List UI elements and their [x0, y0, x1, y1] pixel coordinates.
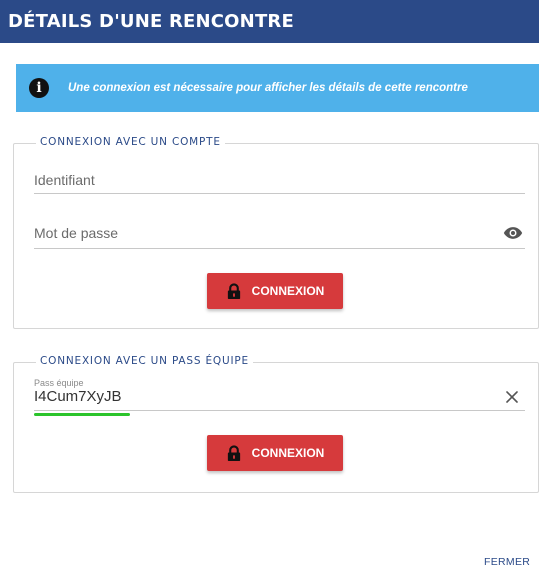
password-placeholder: Mot de passe — [34, 225, 119, 241]
highlight-underline — [34, 413, 130, 416]
team-pass-panel: CONNEXION AVEC UN PASS ÉQUIPE Pass équip… — [13, 355, 539, 493]
info-icon: i — [29, 78, 49, 98]
team-pass-legend: CONNEXION AVEC UN PASS ÉQUIPE — [36, 355, 253, 367]
team-pass-connexion-button[interactable]: CONNEXION — [207, 435, 343, 471]
close-icon[interactable] — [505, 390, 519, 404]
info-message: Une connexion est nécessaire pour affich… — [68, 82, 468, 94]
dialog-title: DÉTAILS D'UNE RENCONTRE — [8, 11, 294, 32]
dialog-header: DÉTAILS D'UNE RENCONTRE — [0, 0, 539, 43]
lock-icon — [227, 282, 240, 299]
username-placeholder: Identifiant — [34, 172, 95, 188]
account-login-panel: CONNEXION AVEC UN COMPTE Identifiant Mot… — [13, 136, 539, 329]
eye-icon[interactable] — [503, 225, 523, 241]
username-field[interactable]: Identifiant — [34, 171, 525, 194]
lock-icon — [227, 444, 240, 461]
account-connexion-button[interactable]: CONNEXION — [207, 273, 343, 309]
team-pass-connexion-label: CONNEXION — [251, 446, 325, 460]
account-login-legend: CONNEXION AVEC UN COMPTE — [36, 136, 225, 148]
password-field[interactable]: Mot de passe — [34, 224, 525, 249]
info-banner: i Une connexion est nécessaire pour affi… — [16, 64, 539, 112]
close-button[interactable]: FERMER — [484, 556, 530, 568]
team-pass-label: Pass équipe — [34, 378, 84, 388]
team-pass-field[interactable]: Pass équipe I4Cum7XyJB — [34, 378, 525, 416]
team-pass-value: I4Cum7XyJB — [34, 388, 122, 405]
account-connexion-label: CONNEXION — [251, 284, 325, 298]
